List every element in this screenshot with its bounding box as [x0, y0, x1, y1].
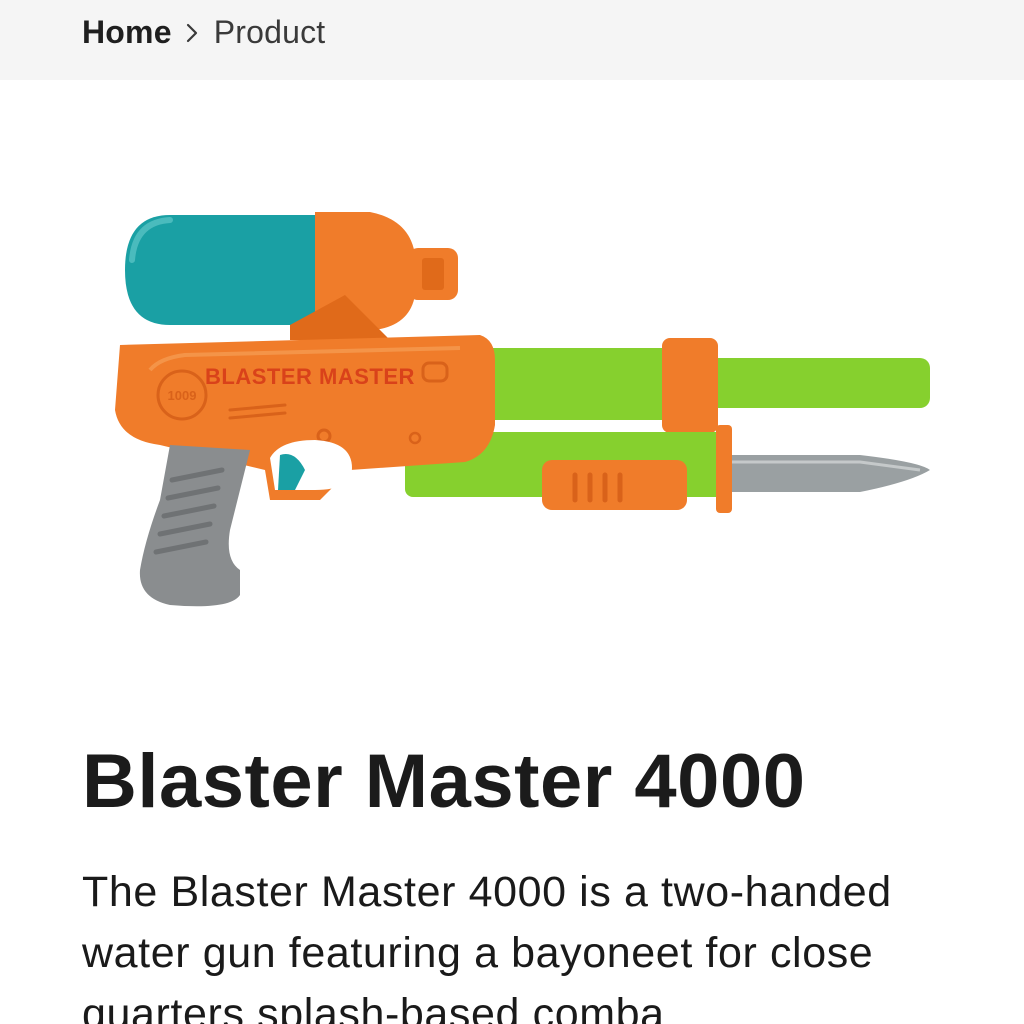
gun-badge-text: 1009 [168, 388, 197, 403]
product-title: Blaster Master 4000 [82, 739, 806, 824]
bayonet-grip [542, 460, 687, 510]
product-description: The Blaster Master 4000 is a two-handed … [82, 868, 892, 1024]
gun-label-text: BLASTER MASTER [205, 364, 415, 389]
water-tank [125, 215, 325, 325]
product-image: 1009 BLASTER MASTER [90, 200, 940, 620]
breadcrumb-current: Product [213, 13, 326, 50]
water-gun-illustration: 1009 BLASTER MASTER [115, 212, 930, 607]
top-bar: Home Product [0, 0, 1024, 80]
product-page: Home Product 1009 BLASTER MASTER Blaster… [0, 0, 1024, 1024]
chevron-right-icon [172, 10, 214, 54]
breadcrumb-home-link[interactable]: Home [82, 14, 172, 51]
breadcrumb: Home Product [82, 10, 325, 54]
barrel-ring [662, 338, 718, 433]
